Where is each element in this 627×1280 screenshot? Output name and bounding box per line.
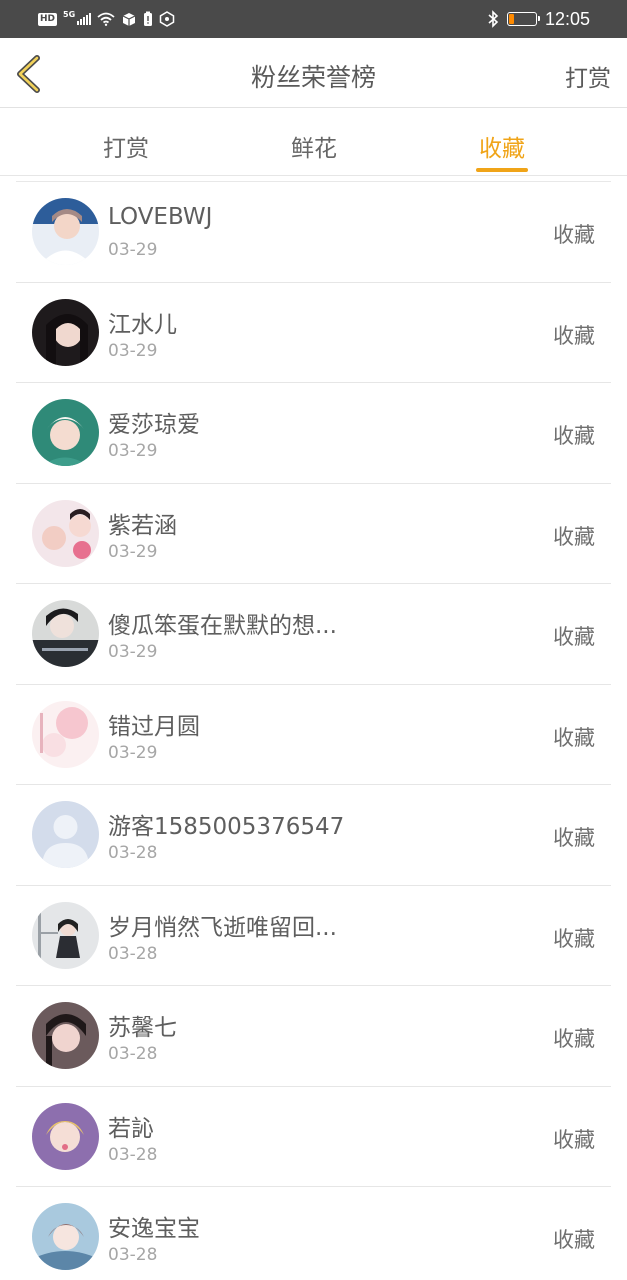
fan-action: 收藏: [553, 1027, 595, 1051]
chevron-left-icon: [17, 55, 40, 93]
fan-action: 收藏: [553, 625, 595, 649]
battery-level-fill: [508, 14, 514, 24]
page-title: 粉丝荣誉榜: [250, 63, 376, 92]
avatar: [32, 1203, 99, 1270]
avatar: [32, 600, 99, 667]
fan-date: 03-29: [108, 642, 158, 662]
list-item[interactable]: 安逸宝宝 03-28 收藏: [16, 1187, 611, 1280]
fan-date: 03-28: [108, 1144, 158, 1165]
fan-action: 收藏: [553, 323, 595, 348]
tab-tip[interactable]: 打赏: [100, 108, 152, 176]
list-item[interactable]: 岁月悄然飞逝唯留回... 03-28 收藏: [16, 886, 611, 986]
fan-name: 游客1585005376547: [108, 814, 345, 840]
active-tab-indicator: [476, 168, 528, 172]
fan-name: 江水儿: [108, 311, 177, 338]
fan-list: LOVEBWJ 03-29 收藏 江水儿 03-29 收藏 爱莎琼爱 03-29…: [16, 182, 611, 1280]
fan-name: 傻瓜笨蛋在默默的想...: [108, 613, 337, 639]
fan-date: 03-29: [108, 541, 158, 562]
tab-label: 收藏: [479, 136, 525, 162]
fan-name: 爱莎琼爱: [108, 412, 200, 438]
list-item[interactable]: 若訫 03-28 收藏: [16, 1087, 611, 1187]
tab-favorites[interactable]: 收藏: [476, 108, 528, 176]
tab-label: 打赏: [103, 136, 149, 162]
fan-date: 03-29: [108, 340, 158, 361]
fan-name: 岁月悄然飞逝唯留回...: [108, 914, 337, 941]
fan-action: 收藏: [553, 725, 595, 750]
fan-action: 收藏: [553, 524, 595, 549]
list-item[interactable]: 爱莎琼爱 03-29 收藏: [16, 383, 611, 484]
fan-name: 安逸宝宝: [108, 1216, 200, 1242]
avatar: [32, 901, 99, 969]
status-left-icons: HD 5G: [38, 9, 175, 29]
avatar: [32, 1102, 99, 1170]
fan-action: 收藏: [553, 424, 595, 448]
bluetooth-icon: [488, 10, 499, 28]
fan-action: 收藏: [553, 1127, 595, 1152]
fan-date: 03-29: [108, 240, 158, 260]
fan-date: 03-29: [108, 742, 158, 763]
fan-name: 错过月圆: [108, 713, 200, 740]
list-item[interactable]: 傻瓜笨蛋在默默的想... 03-29 收藏: [16, 584, 611, 685]
fan-action: 收藏: [553, 1228, 595, 1252]
tab-flowers[interactable]: 鲜花: [288, 108, 340, 176]
fan-name: 苏馨七: [108, 1015, 177, 1041]
fan-date: 03-28: [108, 843, 158, 863]
fan-name: 若訫: [108, 1115, 154, 1142]
avatar: [32, 1002, 99, 1069]
fan-date: 03-28: [108, 1044, 158, 1064]
fan-action: 收藏: [553, 926, 595, 951]
tab-label: 鲜花: [291, 136, 337, 162]
back-button[interactable]: [12, 54, 48, 94]
tab-bar: 打赏 鲜花 收藏: [0, 108, 627, 176]
fan-action: 收藏: [553, 826, 595, 850]
hd-icon: HD: [38, 12, 58, 26]
avatar: [32, 499, 99, 567]
list-item[interactable]: 苏馨七 03-28 收藏: [16, 986, 611, 1087]
list-item[interactable]: 错过月圆 03-29 收藏: [16, 685, 611, 785]
status-bar: HD 5G 12:05: [0, 0, 627, 38]
avatar: [32, 298, 99, 366]
navigation-bar: 粉丝荣誉榜 打赏: [0, 38, 627, 108]
list-item[interactable]: LOVEBWJ 03-29 收藏: [16, 182, 611, 283]
battery-alert-icon: [144, 11, 153, 26]
network-type-label: 5G: [63, 9, 76, 19]
default-avatar-icon: [32, 801, 99, 868]
battery-icon: [506, 12, 540, 26]
avatar: [32, 700, 99, 768]
list-item[interactable]: 游客1585005376547 03-28 收藏: [16, 785, 611, 886]
fan-name: LOVEBWJ: [108, 204, 213, 230]
fan-name: 紫若涵: [108, 512, 177, 539]
signal-icon: [77, 13, 92, 25]
wifi-icon: [97, 12, 115, 26]
clock-time: 12:05: [544, 8, 590, 29]
status-right-icons: 12:05: [487, 8, 590, 30]
list-item[interactable]: 江水儿 03-29 收藏: [16, 283, 611, 383]
vpn-icon: [159, 11, 175, 27]
fan-date: 03-28: [108, 943, 158, 964]
avatar: [32, 198, 99, 265]
fan-action: 收藏: [553, 223, 595, 247]
fan-date: 03-28: [108, 1245, 158, 1265]
tip-button[interactable]: 打赏: [565, 59, 611, 93]
avatar: [32, 399, 99, 466]
fan-date: 03-29: [108, 441, 158, 461]
app-notification-icon: [122, 13, 136, 26]
list-item[interactable]: 紫若涵 03-29 收藏: [16, 484, 611, 584]
